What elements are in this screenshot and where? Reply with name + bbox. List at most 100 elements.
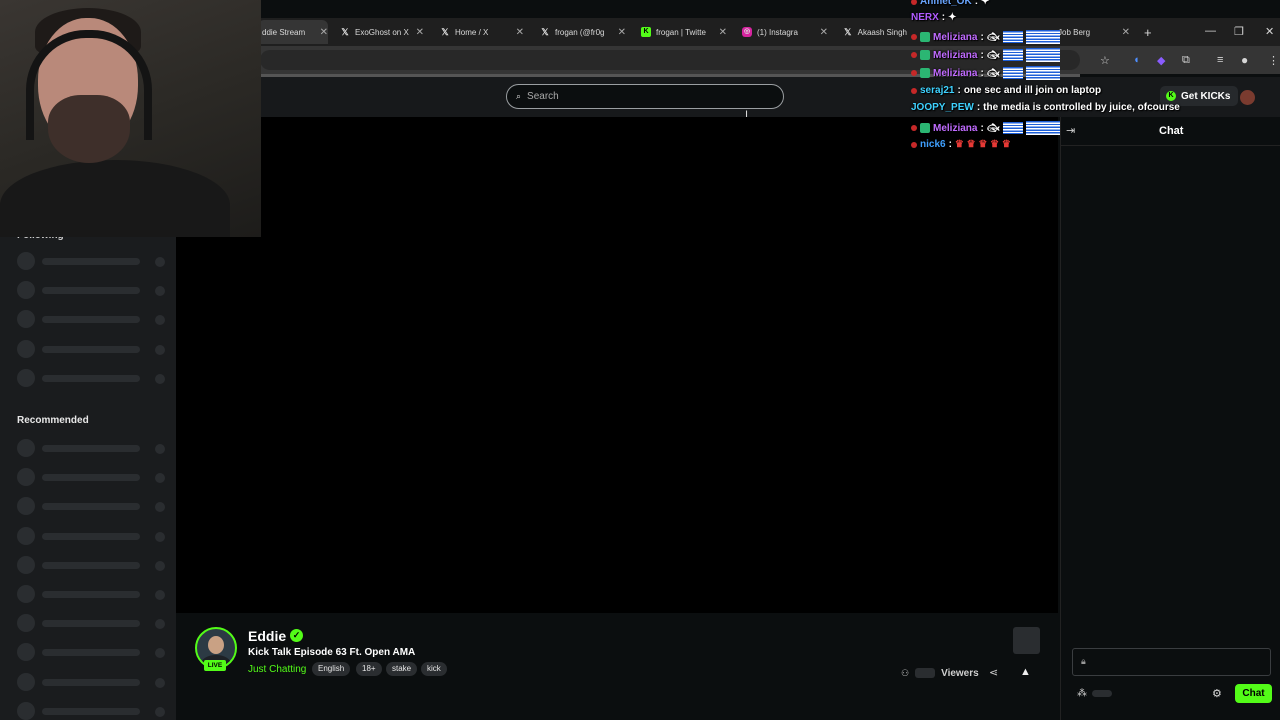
window-close-icon[interactable]: ✕ [1265,25,1274,38]
search-icon: ⌕ [516,91,522,101]
sidebar-skeleton-row [17,439,167,457]
browser-tab[interactable]: K frogan | Twitte ✕ [641,20,727,44]
tag-chip[interactable]: kick [421,662,447,676]
extension-icon[interactable]: ◖ [1133,54,1140,66]
user-badge-icon [911,125,917,131]
profile-icon[interactable]: ● [1241,53,1248,67]
tag-chip[interactable]: stake [386,662,418,676]
restore-icon[interactable]: ❐ [1234,25,1244,38]
greek-flag-icon [1002,122,1023,134]
user-badge-icon [911,34,917,40]
sidebar-skeleton-row [17,252,167,270]
sidebar-skeleton-row [17,701,167,720]
close-icon[interactable]: ✕ [618,27,626,38]
instagram-icon: ◎ [742,27,752,37]
subscriber-badge-icon [920,68,930,78]
emote-icon: 🐟︎ [986,31,1000,43]
search-placeholder: Search [527,91,559,102]
chat-username: Meliziana [933,67,978,79]
webcam-overlay [0,0,261,237]
close-icon[interactable]: ✕ [516,27,524,38]
chat-separator: : [948,139,952,150]
user-badge-icon [911,87,917,94]
x-icon: 𝕏 [541,27,549,37]
media-icon[interactable]: ≡ [1217,54,1223,66]
sidebar-skeleton-row [17,497,167,516]
chat-username: seraj21 [920,85,955,96]
gear-icon[interactable]: ⚙ [1212,687,1222,700]
close-icon[interactable]: ✕ [820,27,828,38]
subscriber-badge-icon [920,123,930,133]
tab-label: frogan (@fr0g [555,27,605,37]
bookmark-star-icon[interactable]: ☆ [1100,54,1110,67]
video-player[interactable] [176,117,1058,613]
user-badge-icon [911,141,917,148]
live-badge: LIVE [204,660,226,671]
sidebar-skeleton-row [17,643,167,662]
sidebar-skeleton-row [17,339,167,358]
browser-menu-icon[interactable]: ⋮ [1268,54,1279,67]
sidebar-skeleton-row [17,281,167,300]
chat-message-text: the media is controlled by juice, ofcour… [983,102,1180,113]
new-tab-icon[interactable]: + [1144,25,1152,40]
emote-icon: 🐟︎ [986,49,1000,61]
x-icon: 𝕏 [441,27,449,37]
kick-icon: K [641,27,651,37]
chat-input[interactable] [1072,648,1271,676]
chat-separator: : [957,85,961,96]
category-link[interactable]: Just Chatting [248,664,306,675]
chat-message-text: one sec and ill join on laptop [963,85,1102,96]
minimize-icon[interactable]: — [1205,25,1216,37]
subscriber-badge-icon [920,50,930,60]
chat-separator: : [980,31,984,43]
close-icon[interactable]: ✕ [719,27,727,38]
get-kicks-label: Get KICKs [1181,90,1231,102]
chat-separator: : [976,102,981,113]
tab-label: frogan | Twitte [656,27,706,37]
report-icon[interactable]: ▲ [1020,666,1031,678]
tab-label: ddie Stream [262,27,306,37]
viewer-count-placeholder [915,668,936,678]
tag-chip[interactable]: 18+ [356,662,382,676]
sidebar-skeleton-row [17,585,167,603]
chat-username: Ahmet_OK [920,0,972,7]
chat-separator: : [980,49,984,61]
sidebar-skeleton-row [17,672,167,691]
close-icon[interactable]: ✕ [320,27,328,38]
tab-label: (1) Instagra [757,27,798,37]
chat-send-button[interactable]: Chat [1235,684,1272,703]
close-icon[interactable]: ✕ [416,27,424,38]
browser-tab[interactable]: Job Berg ✕ [1058,20,1130,44]
emote-icon: 🐟︎ [986,122,1000,134]
emote-icon[interactable]: ⁂ [1077,688,1087,699]
chat-identity-placeholder [1092,690,1112,697]
extension-icon[interactable]: ◆ [1157,54,1165,67]
greek-flag-icon [1002,31,1023,43]
sidebar-skeleton-row [17,368,167,387]
chat-username: Meliziana [933,122,978,134]
browser-tab[interactable]: 𝕏 Akaash Singh [843,20,907,44]
share-icon[interactable]: ⋖ [989,666,998,679]
channel-name[interactable]: Eddie [248,628,286,644]
browser-tab[interactable]: 𝕏 frogan (@fr0g ✕ [540,20,626,44]
user-avatar[interactable] [1240,90,1255,105]
collapse-chat-icon[interactable]: ⇥ [1066,124,1075,137]
browser-tab[interactable]: 𝕏 Home / X ✕ [440,20,524,44]
search-input[interactable]: ⌕ Search [506,84,784,109]
close-icon[interactable]: ✕ [1122,27,1130,38]
sidebar-skeleton-row [17,526,167,545]
chat-separator: : [980,122,984,134]
browser-tab[interactable]: 𝕏 ExoGhost on X ✕ [340,20,424,44]
follow-button-placeholder[interactable] [1013,627,1040,654]
user-badge-icon [911,70,917,76]
browser-tab[interactable]: ddie Stream ✕ [258,20,328,44]
users-icon: ⚇ [901,667,910,678]
puzzle-icon[interactable]: ⧉ [1182,54,1190,67]
browser-tab[interactable]: ◎ (1) Instagra ✕ [742,20,828,44]
overlay-chat-message: Meliziana: 🐟︎ [911,121,1060,135]
x-icon: 𝕏 [341,27,349,37]
emote-icon: ✦ [981,0,990,7]
greek-flag-icon [1002,49,1023,61]
tag-chip[interactable]: English [312,662,351,676]
emote-icon: 🐟︎ [986,67,1000,79]
